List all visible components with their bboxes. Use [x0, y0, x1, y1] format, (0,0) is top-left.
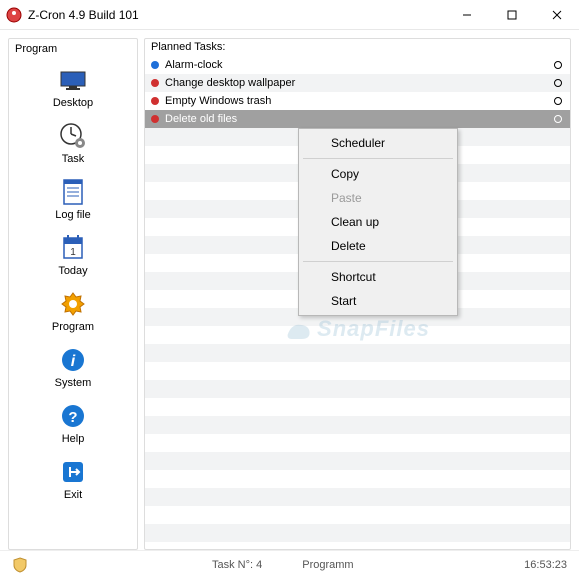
- window-title: Z-Cron 4.9 Build 101: [28, 8, 444, 22]
- maximize-button[interactable]: [489, 0, 534, 30]
- status-program: Programm: [302, 559, 524, 571]
- status-dot-icon: [151, 97, 159, 105]
- context-menu: Scheduler Copy Paste Clean up Delete Sho…: [298, 128, 458, 316]
- svg-text:i: i: [71, 353, 76, 370]
- task-row[interactable]: Change desktop wallpaper: [145, 74, 570, 92]
- shield-icon: [12, 557, 28, 573]
- main-header: Planned Tasks:: [145, 39, 570, 56]
- desktop-icon: [58, 65, 88, 95]
- state-circle-icon: [554, 79, 562, 87]
- sidebar-item-task[interactable]: Task: [9, 115, 137, 171]
- sidebar: Program Desktop Task Log file 1 Today Pr…: [8, 38, 138, 550]
- sidebar-header: Program: [9, 41, 137, 59]
- menu-separator: [303, 261, 453, 262]
- task-row[interactable]: Alarm-clock: [145, 56, 570, 74]
- menu-item-shortcut[interactable]: Shortcut: [301, 265, 455, 289]
- statusbar: Task N°: 4 Programm 16:53:23: [0, 550, 579, 578]
- menu-item-start[interactable]: Start: [301, 289, 455, 313]
- sidebar-item-help[interactable]: ? Help: [9, 395, 137, 451]
- menu-separator: [303, 158, 453, 159]
- sidebar-item-today[interactable]: 1 Today: [9, 227, 137, 283]
- sidebar-item-program[interactable]: Program: [9, 283, 137, 339]
- menu-item-paste: Paste: [301, 186, 455, 210]
- svg-text:1: 1: [70, 247, 76, 258]
- app-icon: [6, 7, 22, 23]
- svg-text:?: ?: [68, 409, 77, 426]
- state-circle-icon: [554, 97, 562, 105]
- close-button[interactable]: [534, 0, 579, 30]
- sidebar-item-system[interactable]: i System: [9, 339, 137, 395]
- status-task-count: Task N°: 4: [212, 559, 262, 571]
- task-icon: [58, 121, 88, 151]
- state-circle-icon: [554, 61, 562, 69]
- today-icon: 1: [58, 233, 88, 263]
- menu-item-cleanup[interactable]: Clean up: [301, 210, 455, 234]
- titlebar: Z-Cron 4.9 Build 101: [0, 0, 579, 30]
- menu-item-copy[interactable]: Copy: [301, 162, 455, 186]
- status-dot-icon: [151, 61, 159, 69]
- program-icon: [58, 289, 88, 319]
- logfile-icon: [58, 177, 88, 207]
- status-dot-icon: [151, 79, 159, 87]
- task-row[interactable]: Delete old files: [145, 110, 570, 128]
- minimize-button[interactable]: [444, 0, 489, 30]
- menu-item-delete[interactable]: Delete: [301, 234, 455, 258]
- help-icon: ?: [58, 401, 88, 431]
- status-time: 16:53:23: [524, 559, 567, 571]
- menu-item-scheduler[interactable]: Scheduler: [301, 131, 455, 155]
- sidebar-item-logfile[interactable]: Log file: [9, 171, 137, 227]
- task-row[interactable]: Empty Windows trash: [145, 92, 570, 110]
- state-circle-icon: [554, 115, 562, 123]
- exit-icon: [58, 457, 88, 487]
- sidebar-item-exit[interactable]: Exit: [9, 451, 137, 507]
- status-dot-icon: [151, 115, 159, 123]
- sidebar-item-desktop[interactable]: Desktop: [9, 59, 137, 115]
- system-icon: i: [58, 345, 88, 375]
